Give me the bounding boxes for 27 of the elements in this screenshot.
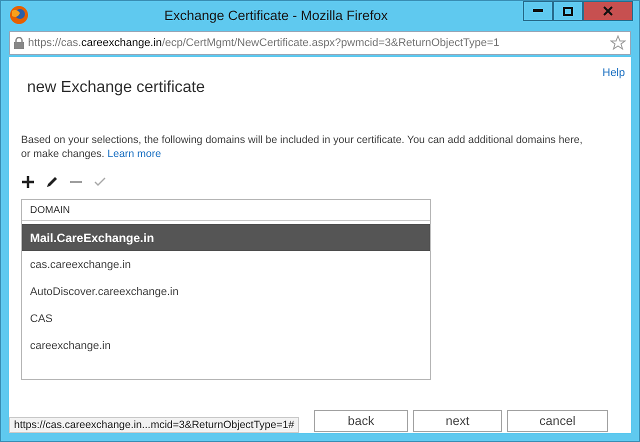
pencil-icon[interactable] — [45, 175, 59, 189]
add-icon[interactable] — [21, 175, 35, 189]
help-link[interactable]: Help — [602, 67, 625, 79]
domain-row[interactable]: AutoDiscover.careexchange.in — [22, 278, 430, 305]
column-header: DOMAIN — [22, 200, 430, 221]
close-icon — [603, 6, 613, 16]
window-title: Exchange Certificate - Mozilla Firefox — [163, 8, 389, 22]
next-button[interactable]: next — [413, 410, 502, 432]
description-text: Based on your selections, the following domains will be included in your certificate. You can add additional domains here, or make changes. Learn more — [21, 133, 584, 161]
close-button[interactable] — [583, 1, 633, 21]
status-tooltip: https://cas.careexchange.in...mcid=3&ReturnObjectType=1# — [9, 417, 300, 433]
address-bar[interactable]: https://cas.careexchange.in/ecp/CertMgmt/NewCertificate.aspx?pwmcid=3&ReturnObjectType=1 — [9, 31, 631, 55]
back-button[interactable]: back — [314, 410, 408, 432]
domain-row[interactable]: CAS — [22, 305, 430, 332]
cancel-button[interactable]: cancel — [507, 410, 608, 432]
bookmark-star-icon[interactable] — [610, 35, 626, 51]
minimize-icon — [533, 9, 543, 13]
browser-logo-icon — [9, 5, 29, 25]
maximize-icon — [563, 6, 573, 16]
lock-icon — [14, 37, 24, 49]
minimize-button[interactable] — [523, 1, 553, 21]
domain-row[interactable]: Mail.CareExchange.in — [22, 224, 430, 251]
domain-row[interactable]: careexchange.in — [22, 332, 430, 359]
learn-more-link[interactable]: Learn more — [107, 148, 162, 160]
domain-row[interactable]: cas.careexchange.in — [22, 251, 430, 278]
page-title: new Exchange certificate — [27, 79, 206, 98]
maximize-button[interactable] — [553, 1, 583, 21]
